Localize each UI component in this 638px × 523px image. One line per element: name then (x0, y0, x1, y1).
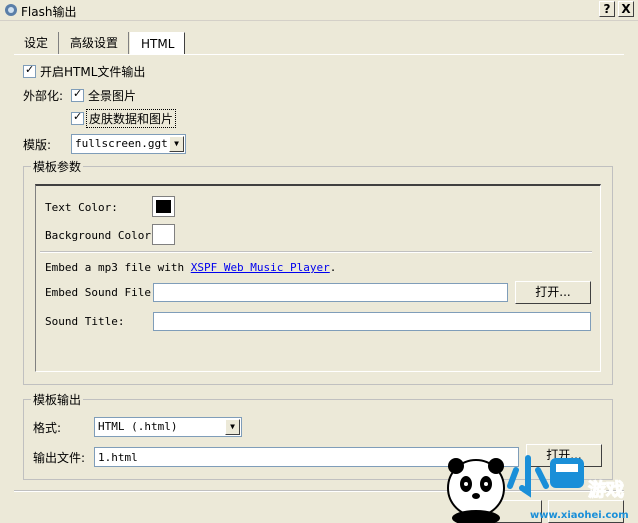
sound-file-label: Embed Sound File: (45, 286, 158, 299)
sound-file-open-button[interactable]: 打开... (515, 281, 591, 304)
embed-text: Embed a mp3 file with XSPF Web Music Pla… (45, 261, 336, 274)
background-color-fill (156, 228, 171, 241)
help-button[interactable]: ? (599, 1, 615, 17)
params-panel (35, 184, 601, 372)
check-icon: ✓ (73, 87, 83, 100)
template-label: 模版: (23, 138, 52, 152)
panda-icon (447, 458, 505, 523)
template-params-legend: 模板参数 (31, 158, 84, 175)
text-color-label: Text Color: (45, 201, 118, 214)
svg-text:游戏: 游戏 (588, 479, 624, 501)
enable-html-label: 开启HTML文件输出 (40, 65, 146, 79)
check-icon: ✓ (25, 63, 35, 76)
title-bar: Flash输出 ? X (0, 0, 638, 21)
sound-title-input[interactable] (153, 312, 591, 331)
watermark-logo: 游戏 www.xiaohei.com (447, 455, 629, 523)
text-color-fill (156, 200, 171, 213)
chevron-down-icon[interactable]: ▼ (225, 419, 240, 435)
chevron-down-icon[interactable]: ▼ (169, 136, 184, 152)
check-icon: ✓ (73, 110, 83, 123)
externalize-label: 外部化: (23, 89, 64, 103)
skin-checkbox[interactable]: ✓ (71, 110, 84, 125)
embed-prefix: Embed a mp3 file with (45, 261, 191, 274)
format-select[interactable]: HTML (.html) ▼ (94, 417, 242, 437)
template-output-legend: 模板输出 (31, 391, 84, 408)
sound-title-label: Sound Title: (45, 315, 125, 328)
text-color-swatch[interactable] (152, 196, 175, 217)
tab-advanced[interactable]: 高级设置 (60, 32, 130, 54)
background-color-label: Background Color: (45, 229, 158, 242)
tab-divider (14, 54, 624, 55)
panorama-label: 全景图片 (88, 89, 137, 103)
app-icon (5, 4, 17, 16)
xspf-player-link[interactable]: XSPF Web Music Player (191, 261, 330, 274)
template-select[interactable]: fullscreen.ggt ▼ (71, 134, 186, 154)
close-button[interactable]: X (618, 1, 634, 17)
enable-html-checkbox[interactable]: ✓ (23, 63, 36, 78)
tab-settings[interactable]: 设定 (14, 32, 60, 54)
watermark-url: www.xiaohei.com (530, 510, 629, 521)
format-value: HTML (.html) (98, 420, 178, 433)
background-color-swatch[interactable] (152, 224, 175, 245)
window-title: Flash输出 (21, 5, 77, 19)
skin-label: 皮肤数据和图片 (86, 109, 177, 128)
template-value: fullscreen.ggt (75, 137, 168, 150)
params-divider (40, 251, 592, 253)
brand-lettering: 游戏 (507, 455, 625, 502)
panorama-checkbox[interactable]: ✓ (71, 87, 84, 102)
output-file-label: 输出文件: (33, 451, 86, 465)
sound-file-input[interactable] (153, 283, 508, 302)
embed-suffix: . (329, 261, 337, 274)
tab-html[interactable]: HTML (130, 32, 186, 55)
format-label: 格式: (33, 421, 62, 435)
